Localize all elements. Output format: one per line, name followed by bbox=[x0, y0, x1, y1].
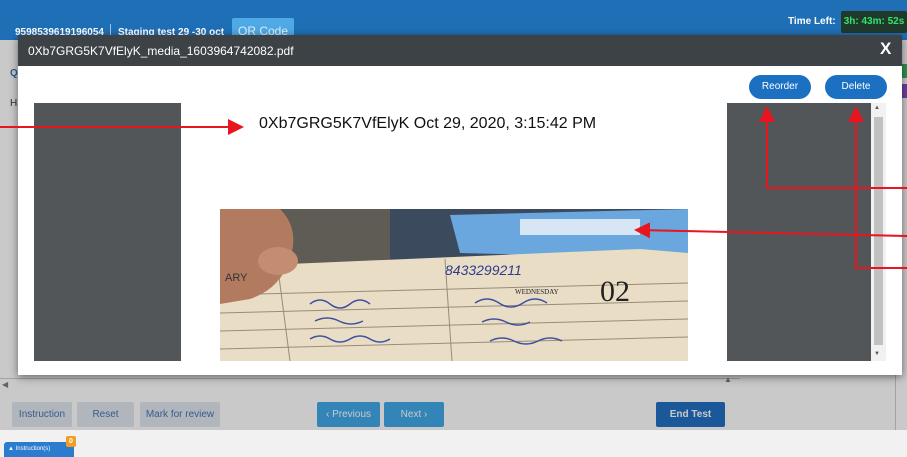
info-icon: ▲ bbox=[8, 446, 16, 452]
photo-handwritten-phone: 8433299211 bbox=[445, 262, 522, 278]
time-left-label: Time Left: bbox=[788, 16, 836, 27]
instructions-tab[interactable]: ▲ Instruction(s) bbox=[4, 442, 74, 457]
delete-button[interactable]: Delete bbox=[825, 75, 887, 99]
file-name: 0Xb7GRG5K7VfElyK_media_1603964742082.pdf bbox=[28, 44, 294, 58]
reorder-button[interactable]: Reorder bbox=[749, 75, 811, 99]
top-bar: 9598539619196054 Staging test 29 -30 oct… bbox=[0, 0, 907, 40]
close-icon[interactable]: X bbox=[880, 39, 891, 59]
modal-header: 0Xb7GRG5K7VfElyK_media_1603964742082.pdf… bbox=[18, 35, 902, 66]
photo-weekday-text: WEDNESDAY bbox=[515, 288, 559, 296]
scroll-down-icon[interactable]: ▼ bbox=[874, 351, 880, 357]
notebook-photo-illustration: ARY WEDNESDAY 02 8433299211 bbox=[220, 209, 688, 361]
instructions-count-badge: 0 bbox=[66, 436, 76, 447]
scroll-up-icon[interactable]: ▲ bbox=[874, 105, 880, 111]
photo-month-text: ARY bbox=[225, 272, 248, 284]
instructions-tab-label: Instruction(s) bbox=[15, 446, 51, 452]
bottom-bar: ▲ Instruction(s) 0 bbox=[0, 430, 907, 457]
pdf-page: 0Xb7GRG5K7VfElyK Oct 29, 2020, 3:15:42 P… bbox=[181, 103, 727, 361]
photo-day-number: 02 bbox=[600, 275, 630, 308]
document-photo: ARY WEDNESDAY 02 8433299211 bbox=[220, 209, 688, 361]
vertical-scrollbar[interactable]: ▲ ▼ bbox=[871, 103, 886, 361]
time-left-value: 3h: 43m: 52s bbox=[841, 11, 907, 33]
pdf-preview-modal: 0Xb7GRG5K7VfElyK_media_1603964742082.pdf… bbox=[18, 35, 902, 375]
pdf-viewer[interactable]: 0Xb7GRG5K7VfElyK Oct 29, 2020, 3:15:42 P… bbox=[34, 103, 886, 361]
scrollbar-thumb[interactable] bbox=[874, 117, 883, 345]
page-header-text: 0Xb7GRG5K7VfElyK Oct 29, 2020, 3:15:42 P… bbox=[259, 115, 597, 132]
